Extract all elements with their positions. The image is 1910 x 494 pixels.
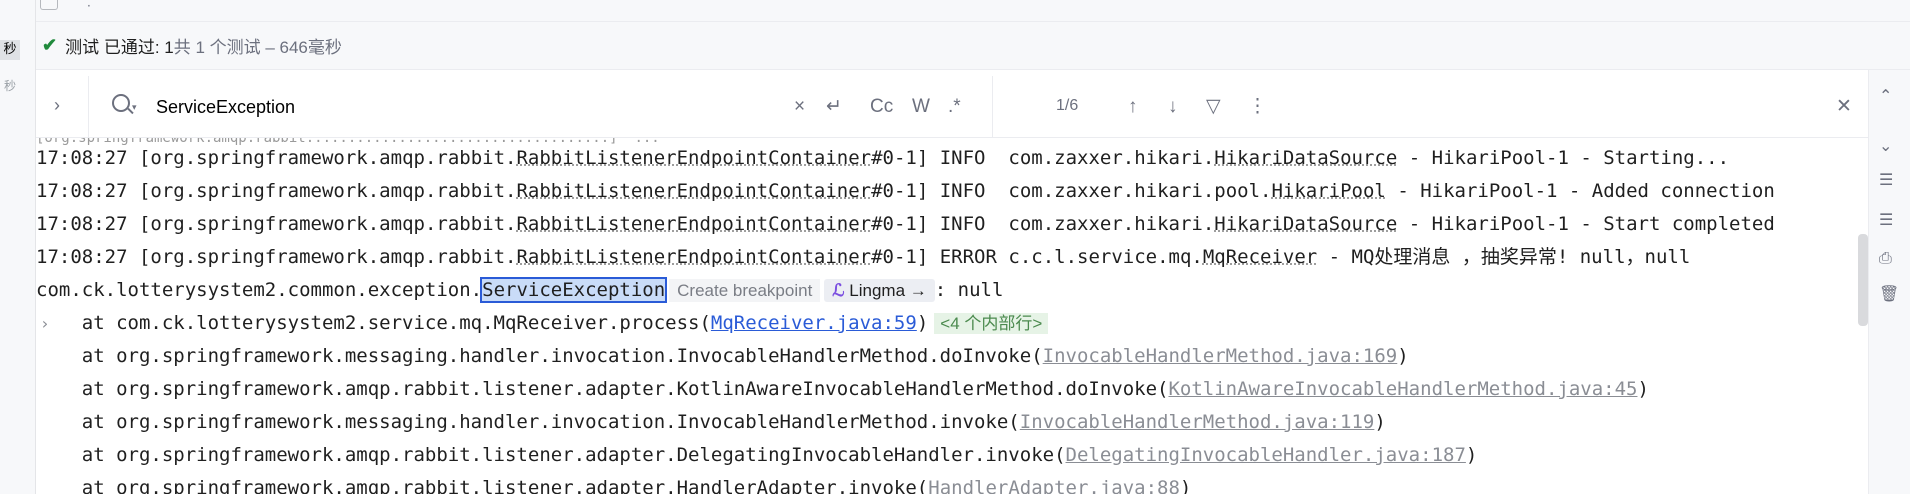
search-history-chevron-icon[interactable]: ▾ xyxy=(132,102,137,113)
soft-wrap-icon[interactable]: ☰ xyxy=(1879,170,1893,189)
source-link[interactable]: DelegatingInvocableHandler.java:187 xyxy=(1066,444,1466,466)
test-status-bar: ✔ 测试 已通过: 1 共 1 个测试 – 646毫秒 xyxy=(36,22,1910,70)
internal-lines-fold[interactable]: <4 个内部行> xyxy=(934,313,1049,334)
match-count: 1/6 xyxy=(1056,97,1079,114)
log-line-error: 17:08:27 [org.springframework.amqp.rabbi… xyxy=(36,246,1691,268)
source-link[interactable]: InvocableHandlerMethod.java:119 xyxy=(1020,411,1375,433)
toolbar-dot: · xyxy=(87,0,91,13)
stack-frame: at org.springframework.amqp.rabbit.liste… xyxy=(36,378,1649,400)
search-input[interactable] xyxy=(156,92,816,122)
regex-button[interactable]: .* xyxy=(948,94,961,120)
console-output[interactable]: [org.springframework.amqp.rabbit........… xyxy=(36,138,1868,494)
console-scrollbar[interactable] xyxy=(1858,234,1868,326)
scroll-up-icon[interactable]: ⌃ xyxy=(1879,86,1892,105)
search-match-highlight[interactable]: ServiceException xyxy=(480,277,668,303)
match-case-button[interactable]: Cc xyxy=(870,94,893,120)
stack-frame: at org.springframework.messaging.handler… xyxy=(36,411,1386,433)
close-search-icon[interactable]: ✕ xyxy=(1836,94,1852,120)
right-toolbar: ⌃ ⌄ ☰ ☰ ⎙ 🗑 xyxy=(1868,70,1910,494)
wrap-search-icon[interactable]: ↵ xyxy=(826,94,842,120)
expand-replace-icon[interactable]: › xyxy=(54,95,60,116)
toolbar-screenshot-icon[interactable] xyxy=(40,0,58,10)
lingma-button[interactable]: ℒ Lingma → xyxy=(824,279,935,302)
log-line: 17:08:27 [org.springframework.amqp.rabbi… xyxy=(36,213,1775,235)
stack-frame: at com.ck.lotterysystem2.service.mq.MqRe… xyxy=(36,307,1049,340)
exception-line: com.ck.lotterysystem2.common.exception.S… xyxy=(36,277,1004,303)
lingma-label: Lingma → xyxy=(849,281,927,300)
divider xyxy=(992,76,993,138)
source-link[interactable]: KotlinAwareInvocableHandlerMethod.java:4… xyxy=(1168,378,1637,400)
left-gutter: 秒 秒 xyxy=(0,0,36,494)
top-toolbar: · xyxy=(0,0,1910,22)
gutter-tab-seconds[interactable]: 秒 xyxy=(0,76,20,96)
print-icon[interactable]: ⎙ xyxy=(1879,248,1892,268)
stack-frame: at org.springframework.amqp.rabbit.liste… xyxy=(36,472,1192,494)
lingma-icon: ℒ xyxy=(832,281,845,300)
test-passed-label: 测试 已通过: 1 xyxy=(65,38,174,57)
next-match-icon[interactable]: ↓ xyxy=(1168,94,1178,120)
test-detail-label: 共 1 个测试 – 646毫秒 xyxy=(173,38,342,57)
create-breakpoint-button[interactable]: Create breakpoint xyxy=(669,279,821,302)
source-link[interactable]: InvocableHandlerMethod.java:169 xyxy=(1043,345,1398,367)
trash-icon[interactable]: 🗑 xyxy=(1879,284,1899,303)
log-line: 17:08:27 [org.springframework.amqp.rabbi… xyxy=(36,147,1730,169)
filter-icon[interactable]: ▽ xyxy=(1206,94,1221,120)
source-link[interactable]: HandlerAdapter.java:88 xyxy=(928,477,1180,494)
previous-match-icon[interactable]: ↑ xyxy=(1128,94,1138,120)
console-search-bar: › ▾ × ↵ Cc W .* 1/6 ↑ ↓ ▽ ⋮ ✕ xyxy=(36,76,1868,138)
log-line: 17:08:27 [org.springframework.amqp.rabbi… xyxy=(36,180,1775,202)
clear-search-icon[interactable]: × xyxy=(794,94,805,120)
source-link[interactable]: MqReceiver.java:59 xyxy=(711,312,917,334)
search-icon[interactable] xyxy=(112,94,130,112)
scroll-to-end-icon[interactable]: ☰ xyxy=(1879,210,1893,229)
more-options-icon[interactable]: ⋮ xyxy=(1248,94,1267,120)
whole-words-button[interactable]: W xyxy=(912,94,930,120)
scroll-down-icon[interactable]: ⌄ xyxy=(1879,136,1892,155)
stack-frame: at org.springframework.messaging.handler… xyxy=(36,345,1409,367)
divider xyxy=(88,76,89,138)
check-icon: ✔ xyxy=(42,35,58,55)
gutter-tab-seconds-active[interactable]: 秒 xyxy=(0,40,20,60)
stack-frame: at org.springframework.amqp.rabbit.liste… xyxy=(36,444,1478,466)
